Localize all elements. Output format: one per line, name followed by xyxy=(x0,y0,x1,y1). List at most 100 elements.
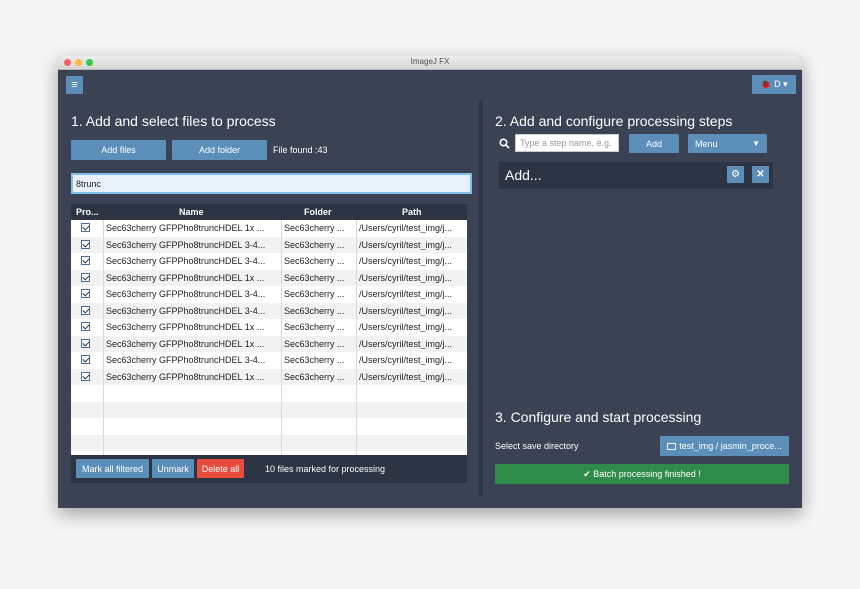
menu-dropdown[interactable]: Menu ▼ xyxy=(688,134,767,153)
app-window: ImageJ FX ≡ 🐞 D ▾ 1. Add and select file… xyxy=(58,56,802,508)
column-divider xyxy=(281,220,282,455)
cell-name: Sec63cherry GFPPho8truncHDEL 3-4... xyxy=(106,256,266,266)
process-checkbox[interactable] xyxy=(81,322,90,331)
hamburger-menu-button[interactable]: ≡ xyxy=(66,76,83,94)
table-row[interactable]: Sec63cherry GFPPho8truncHDEL 3-4... Sec63… xyxy=(71,286,467,303)
column-header-path[interactable]: Path xyxy=(402,207,422,217)
search-icon xyxy=(499,138,510,149)
cell-path: /Users/cyril/test_img/j... xyxy=(359,239,453,250)
cell-path: /Users/cyril/test_img/j... xyxy=(359,338,453,349)
table-row[interactable]: Sec63cherry GFPPho8truncHDEL 1x ... Sec63… xyxy=(71,269,467,286)
save-directory-value: test_img / jasmin_proce... xyxy=(679,441,782,451)
cell-name: Sec63cherry GFPPho8truncHDEL 3-4... xyxy=(106,239,266,250)
cell-folder: Sec63cherry ... xyxy=(284,272,345,283)
close-icon: ✕ xyxy=(756,169,765,180)
cell-name: Sec63cherry GFPPho8truncHDEL 3-4... xyxy=(106,289,266,299)
step-remove-button[interactable]: ✕ xyxy=(752,166,769,183)
cell-path: /Users/cyril/test_img/j... xyxy=(359,322,453,332)
folder-icon xyxy=(667,442,677,450)
hamburger-icon: ≡ xyxy=(71,79,78,91)
column-divider xyxy=(103,220,104,455)
step-search-placeholder: Type a step name, e.g. xyxy=(520,138,612,148)
table-row[interactable] xyxy=(71,401,467,418)
cell-folder: Sec63cherry ... xyxy=(284,239,345,250)
marked-files-status: 10 files marked for processing xyxy=(265,464,386,474)
cell-path: /Users/cyril/test_img/j... xyxy=(359,289,453,299)
cell-path: /Users/cyril/test_img/j... xyxy=(359,272,453,283)
title-bar: ImageJ FX xyxy=(58,56,802,70)
add-folder-button[interactable]: Add folder xyxy=(172,140,267,160)
unmark-button[interactable]: Unmark xyxy=(152,459,194,478)
window-title: ImageJ FX xyxy=(410,57,450,66)
mark-all-filtered-button[interactable]: Mark all filtered xyxy=(76,459,149,478)
process-checkbox[interactable] xyxy=(81,338,90,348)
step-search-input[interactable]: Type a step name, e.g. xyxy=(515,134,619,152)
batch-status-bar: ✔ Batch processing finished ! xyxy=(495,464,789,484)
table-row[interactable]: Sec63cherry GFPPho8truncHDEL 1x ... Sec63… xyxy=(71,319,467,336)
user-menu-button[interactable]: 🐞 D ▾ xyxy=(752,75,796,94)
cell-name: Sec63cherry GFPPho8truncHDEL 1x ... xyxy=(106,322,265,332)
cell-name: Sec63cherry GFPPho8truncHDEL 1x ... xyxy=(106,338,265,349)
process-checkbox[interactable] xyxy=(81,355,90,364)
table-row[interactable]: Sec63cherry GFPPho8truncHDEL 3-4... Sec63… xyxy=(71,236,467,253)
add-step-label[interactable]: Add... xyxy=(505,167,542,183)
batch-status-text: ✔ Batch processing finished ! xyxy=(583,468,701,479)
cell-name: Sec63cherry GFPPho8truncHDEL 3-4... xyxy=(106,305,266,316)
section-title-steps: 2. Add and configure processing steps xyxy=(495,113,733,129)
cell-path: /Users/cyril/test_img/j... xyxy=(359,305,453,316)
cell-folder: Sec63cherry ... xyxy=(284,355,345,365)
save-directory-label: Select save directory xyxy=(495,441,579,451)
process-checkbox[interactable] xyxy=(81,223,90,232)
table-row[interactable]: Sec63cherry GFPPho8truncHDEL 3-4... Sec63… xyxy=(71,302,467,319)
save-directory-button[interactable]: test_img / jasmin_proce... xyxy=(660,436,789,456)
column-header-process[interactable]: Pro... xyxy=(76,207,99,217)
processing-step-row: Add... ⚙ ✕ xyxy=(499,162,773,189)
cell-folder: Sec63cherry ... xyxy=(284,322,345,332)
process-checkbox[interactable] xyxy=(81,305,90,315)
cell-folder: Sec63cherry ... xyxy=(284,371,345,382)
section-title-start: 3. Configure and start processing xyxy=(495,409,702,425)
table-row[interactable] xyxy=(71,385,467,402)
table-row[interactable]: Sec63cherry GFPPho8truncHDEL 1x ... Sec63… xyxy=(71,220,467,237)
user-menu-label: 🐞 D ▾ xyxy=(760,79,788,89)
column-header-folder[interactable]: Folder xyxy=(304,207,332,217)
table-row[interactable] xyxy=(71,418,467,435)
add-step-button[interactable]: Add xyxy=(629,134,679,153)
panel-splitter[interactable] xyxy=(479,100,483,496)
menu-dropdown-label: Menu xyxy=(695,138,718,149)
delete-all-button[interactable]: Delete all xyxy=(197,459,244,478)
process-checkbox[interactable] xyxy=(81,272,90,282)
section-title-files: 1. Add and select files to process xyxy=(71,113,276,129)
files-table: Pro... Name Folder Path Sec63cherry GFPP… xyxy=(71,204,467,455)
cell-name: Sec63cherry GFPPho8truncHDEL 1x ... xyxy=(106,371,265,382)
table-row[interactable]: Sec63cherry GFPPho8truncHDEL 1x ... Sec63… xyxy=(71,368,467,385)
table-action-bar: Mark all filtered Unmark Delete all 10 f… xyxy=(71,455,467,483)
cell-path: /Users/cyril/test_img/j... xyxy=(359,223,453,233)
cell-folder: Sec63cherry ... xyxy=(284,305,345,316)
chevron-down-icon: ▼ xyxy=(752,139,760,148)
file-found-count: File found :43 xyxy=(273,145,328,155)
column-divider xyxy=(356,220,357,455)
table-header: Pro... Name Folder Path xyxy=(71,204,467,220)
table-body: Sec63cherry GFPPho8truncHDEL 1x ... Sec63… xyxy=(71,220,467,451)
cell-folder: Sec63cherry ... xyxy=(284,338,345,349)
process-checkbox[interactable] xyxy=(81,371,90,381)
cell-folder: Sec63cherry ... xyxy=(284,289,345,299)
table-row[interactable]: Sec63cherry GFPPho8truncHDEL 3-4... Sec63… xyxy=(71,352,467,369)
gear-icon: ⚙ xyxy=(731,169,740,180)
filter-input-value: 8trunc xyxy=(76,178,102,189)
table-row[interactable] xyxy=(71,434,467,451)
add-files-button[interactable]: Add files xyxy=(71,140,166,160)
process-checkbox[interactable] xyxy=(81,239,90,249)
table-row[interactable]: Sec63cherry GFPPho8truncHDEL 1x ... Sec63… xyxy=(71,335,467,352)
process-checkbox[interactable] xyxy=(81,289,90,298)
cell-path: /Users/cyril/test_img/j... xyxy=(359,355,453,365)
process-checkbox[interactable] xyxy=(81,256,90,265)
cell-name: Sec63cherry GFPPho8truncHDEL 1x ... xyxy=(106,272,265,283)
cell-name: Sec63cherry GFPPho8truncHDEL 1x ... xyxy=(106,223,265,233)
column-header-name[interactable]: Name xyxy=(179,207,204,217)
step-settings-button[interactable]: ⚙ xyxy=(727,166,744,183)
cell-name: Sec63cherry GFPPho8truncHDEL 3-4... xyxy=(106,355,266,365)
filter-input[interactable]: 8trunc xyxy=(71,173,472,194)
table-row[interactable]: Sec63cherry GFPPho8truncHDEL 3-4... Sec63… xyxy=(71,253,467,270)
